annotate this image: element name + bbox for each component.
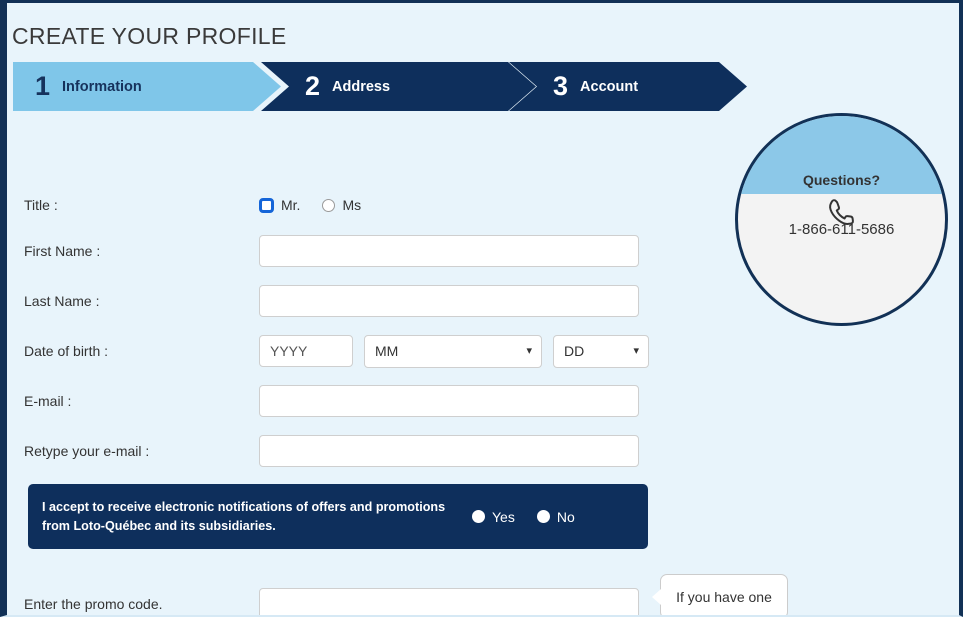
step-label: Account xyxy=(580,78,639,95)
create-profile-page: CREATE YOUR PROFILE 1 Information 2 Addr… xyxy=(0,0,963,617)
birth-month-select[interactable]: MM xyxy=(364,334,542,368)
step-item-account[interactable]: 3 Account xyxy=(509,62,747,111)
form-row-last-name: Last Name : xyxy=(24,283,639,319)
birth-day-select[interactable]: DD xyxy=(553,334,649,368)
radio-icon[interactable] xyxy=(536,510,550,523)
promo-code-label: Enter the promo code. xyxy=(24,596,163,612)
radio-icon[interactable] xyxy=(472,510,485,523)
last-name-input[interactable] xyxy=(259,285,639,317)
form-row-first-name: First Name : xyxy=(24,233,639,269)
title-option-label: Mr. xyxy=(281,197,301,213)
title-option-ms[interactable]: Ms xyxy=(322,197,361,213)
title-option-mr[interactable]: Mr. xyxy=(259,197,300,213)
step-number: 3 xyxy=(553,71,569,101)
email-input[interactable] xyxy=(259,385,639,417)
form-row-title: Title : Mr. Ms xyxy=(24,187,383,223)
title-option-label: Ms xyxy=(342,197,362,213)
email-label: E-mail : xyxy=(24,393,72,409)
consent-option-no[interactable]: No xyxy=(536,508,575,525)
help-heading-banner: Questions? xyxy=(738,116,945,194)
birth-year-input[interactable] xyxy=(259,335,353,367)
help-phone-number[interactable]: 1-866-611-5686 xyxy=(738,221,945,238)
consent-radio-group: Yes No xyxy=(472,509,597,525)
step-number: 1 xyxy=(35,71,51,101)
date-of-birth-label: Date of birth : xyxy=(24,343,109,359)
consent-text: I accept to receive electronic notificat… xyxy=(42,500,446,533)
step-label: Address xyxy=(332,78,391,95)
radio-icon[interactable] xyxy=(322,198,336,212)
first-name-label: First Name : xyxy=(24,243,101,259)
consent-no-label: No xyxy=(556,508,575,525)
form-row-promo-code: Enter the promo code. xyxy=(24,588,639,615)
step-item-information[interactable]: 1 Information xyxy=(13,62,281,111)
email-confirm-label: Retype your e-mail : xyxy=(24,443,150,459)
form-row-email-confirm: Retype your e-mail : xyxy=(24,433,639,469)
email-confirm-input[interactable] xyxy=(259,435,639,467)
form-row-email: E-mail : xyxy=(24,383,639,419)
page-title: CREATE YOUR PROFILE xyxy=(12,23,287,49)
promo-code-input[interactable] xyxy=(259,588,639,615)
help-heading: Questions? xyxy=(802,172,880,188)
birth-day-select-wrap: DD ▾ xyxy=(553,334,649,368)
help-circle[interactable]: Questions? 1-866-611-5686 xyxy=(735,113,948,326)
title-radio-group: Mr. Ms xyxy=(259,197,383,213)
consent-option-yes[interactable]: Yes xyxy=(472,509,515,525)
consent-yes-label: Yes xyxy=(492,508,515,525)
consent-banner: I accept to receive electronic notificat… xyxy=(28,484,648,549)
last-name-label: Last Name : xyxy=(24,293,100,309)
form-row-date-of-birth: Date of birth : MM ▾ DD ▾ xyxy=(24,333,649,369)
tooltip-text: If you have one xyxy=(676,588,772,605)
birth-month-select-wrap: MM ▾ xyxy=(364,334,542,368)
first-name-input[interactable] xyxy=(259,235,639,267)
step-label: Information xyxy=(62,78,142,95)
title-label: Title : xyxy=(24,197,58,213)
step-item-address[interactable]: 2 Address xyxy=(261,62,536,111)
step-number: 2 xyxy=(305,71,321,101)
promo-code-tooltip: If you have one xyxy=(651,574,788,615)
step-progress-bar: 1 Information 2 Address 3 Account xyxy=(13,62,753,111)
radio-icon[interactable] xyxy=(259,197,274,213)
tooltip-tail xyxy=(652,589,661,605)
